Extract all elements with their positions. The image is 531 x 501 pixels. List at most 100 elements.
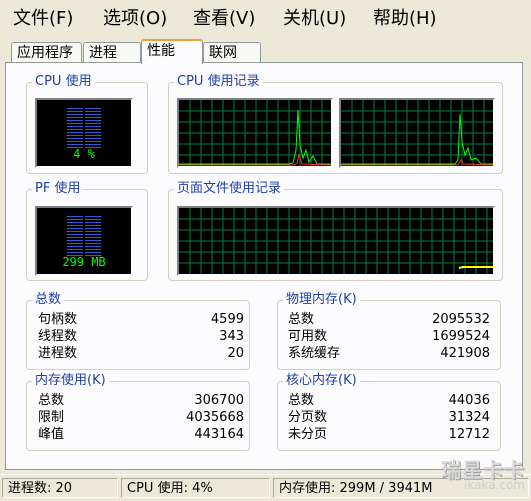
kernel-nonpaged-label: 未分页 — [288, 427, 328, 442]
cpu-history-graph-1 — [177, 98, 333, 168]
pf-meter-segment — [67, 225, 83, 226]
cpu-history-chart-1 — [179, 100, 332, 166]
cpu-meter-segment — [85, 141, 101, 142]
pf-meter-segment — [67, 228, 83, 229]
watermark-url: ikaka.com — [464, 478, 525, 492]
pf-meter-segment — [67, 219, 83, 220]
menu-help[interactable]: 帮助(H) — [373, 7, 437, 31]
menu-options[interactable]: 选项(O) — [103, 7, 167, 31]
menu-file[interactable]: 文件(F) — [13, 7, 73, 31]
pf-meter-segment — [67, 252, 83, 253]
commit-total-label: 总数 — [38, 393, 65, 408]
pf-meter-segment — [85, 231, 101, 232]
cpu-meter-segment — [67, 141, 83, 142]
cpu-meter-segment — [67, 135, 83, 136]
cpu-meter-segment — [85, 120, 101, 121]
threads-value: 343 — [219, 329, 244, 344]
pf-history-chart — [179, 208, 493, 274]
performance-panel: CPU 使用 4 % CPU 使用记录 PF 使用 299 MB 页面文件使用记… — [5, 62, 523, 470]
totals-title: 总数 — [32, 292, 65, 308]
pf-meter-segment — [85, 225, 101, 226]
pf-meter-segment — [85, 252, 101, 253]
physical-total-value: 2095532 — [432, 312, 490, 327]
pf-meter-segment — [67, 216, 83, 217]
cpu-meter-segment — [67, 144, 83, 145]
pf-meter-segment — [67, 240, 83, 241]
kernel-paged-value: 31324 — [448, 410, 490, 425]
cpu-history-chart-2 — [341, 100, 494, 166]
pf-meter-segment — [85, 243, 101, 244]
pf-meter-segment — [85, 216, 101, 217]
kernel-memory-title: 核心内存(K) — [283, 373, 360, 389]
cpu-meter-segment — [67, 126, 83, 127]
cpu-meter-segment — [85, 123, 101, 124]
commit-charge-title: 内存使用(K) — [32, 373, 109, 389]
pf-usage-value: 299 MB — [62, 255, 106, 269]
physical-available-label: 可用数 — [288, 329, 328, 344]
cpu-meter-segment — [85, 135, 101, 136]
pf-meter-segment — [67, 231, 83, 232]
cpu-meter-segment — [85, 126, 101, 127]
pf-meter-segment — [67, 234, 83, 235]
cpu-meter-segment — [85, 117, 101, 118]
pf-meter-segment — [85, 234, 101, 235]
processes-value: 20 — [227, 346, 244, 361]
cpu-meter-segment — [67, 114, 83, 115]
handles-label: 句柄数 — [38, 312, 78, 327]
cpu-meter-segment — [67, 138, 83, 139]
pf-meter-segment — [85, 228, 101, 229]
processes-label: 进程数 — [38, 346, 78, 361]
menu-view[interactable]: 查看(V) — [193, 7, 255, 31]
pf-meter-segment — [67, 237, 83, 238]
cpu-usage-title: CPU 使用 — [32, 74, 95, 90]
menu-shutdown[interactable]: 关机(U) — [283, 7, 346, 31]
cpu-usage-meter: 4 % — [35, 98, 133, 168]
threads-label: 线程数 — [38, 329, 78, 344]
cpu-history-graph-2 — [339, 98, 495, 168]
pf-meter-segment — [85, 219, 101, 220]
tab-processes[interactable]: 进程 — [83, 42, 141, 62]
cpu-meter-segment — [85, 138, 101, 139]
cpu-meter-segment — [67, 129, 83, 130]
tab-applications[interactable]: 应用程序 — [11, 42, 82, 62]
pf-usage-meter: 299 MB — [35, 206, 133, 276]
pf-meter-segment — [67, 222, 83, 223]
pf-meter-segment — [67, 243, 83, 244]
pf-usage-title: PF 使用 — [32, 181, 84, 197]
status-processes: 进程数: 20 — [2, 478, 118, 498]
cpu-meter-segment — [67, 123, 83, 124]
cpu-meter-segment — [67, 132, 83, 133]
pf-meter-segment — [85, 249, 101, 250]
cpu-meter-segment — [85, 111, 101, 112]
cpu-meter-segment — [85, 129, 101, 130]
physical-total-label: 总数 — [288, 312, 315, 327]
commit-limit-label: 限制 — [38, 410, 65, 425]
menu-bar: 文件(F) 选项(O) 查看(V) 关机(U) 帮助(H) — [0, 0, 531, 40]
system-cache-value: 421908 — [440, 346, 490, 361]
pf-meter-segment — [85, 237, 101, 238]
cpu-meter-segment — [85, 114, 101, 115]
cpu-meter-segment — [67, 108, 83, 109]
pf-history-graph — [177, 206, 495, 276]
system-cache-label: 系统缓存 — [288, 346, 341, 361]
commit-total-value: 306700 — [194, 393, 244, 408]
tab-networking[interactable]: 联网 — [203, 42, 261, 62]
pf-meter-segment — [85, 240, 101, 241]
tab-performance[interactable]: 性能 — [141, 39, 203, 64]
handles-value: 4599 — [210, 312, 244, 327]
commit-peak-label: 峰值 — [38, 427, 65, 442]
cpu-meter-segment — [67, 120, 83, 121]
pf-meter-segment — [67, 246, 83, 247]
cpu-meter-segment — [85, 132, 101, 133]
physical-memory-title: 物理内存(K) — [283, 292, 360, 308]
status-cpu: CPU 使用: 4% — [121, 478, 270, 498]
pf-meter-segment — [67, 249, 83, 250]
commit-limit-value: 4035668 — [186, 410, 244, 425]
commit-peak-value: 443164 — [194, 427, 244, 442]
cpu-meter-segment — [85, 144, 101, 145]
kernel-nonpaged-value: 12712 — [448, 427, 490, 442]
pf-history-title: 页面文件使用记录 — [174, 181, 285, 197]
cpu-meter-segment — [85, 108, 101, 109]
pf-meter-segment — [85, 222, 101, 223]
cpu-meter-segment — [67, 117, 83, 118]
